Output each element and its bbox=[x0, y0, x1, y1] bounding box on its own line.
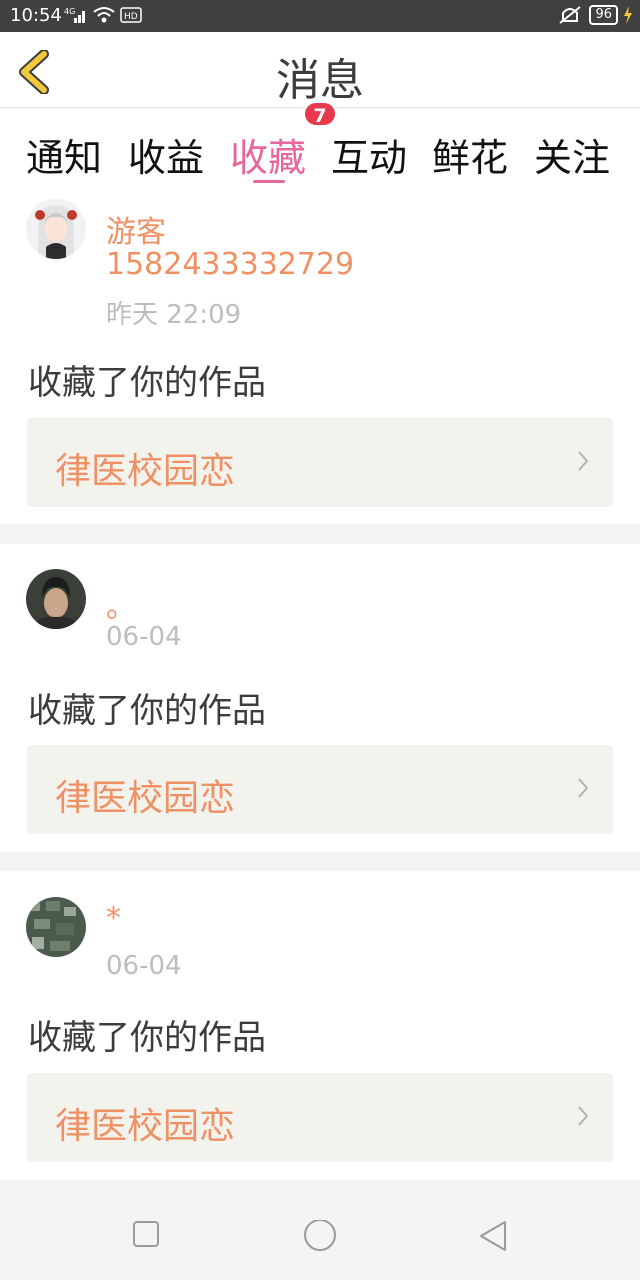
notification-time: 06-04 bbox=[106, 622, 182, 652]
header: 消息 bbox=[0, 32, 640, 108]
tab-notice[interactable]: 通知 bbox=[26, 127, 102, 182]
mute-icon bbox=[559, 6, 582, 24]
hd-label: HD bbox=[124, 12, 138, 22]
status-time: 10:54 bbox=[10, 5, 62, 26]
chevron-right-icon bbox=[578, 451, 589, 471]
chevron-right-icon bbox=[578, 1106, 589, 1126]
tab-badge-count: 7 bbox=[303, 101, 337, 127]
notification-card: 游客 1582433332729 昨天 22:09 收藏了你的作品 律医校园恋 bbox=[0, 189, 640, 524]
active-tab-indicator bbox=[253, 180, 285, 183]
avatar[interactable] bbox=[26, 569, 86, 629]
notification-card: 。 06-04 收藏了你的作品 律医校园恋 bbox=[0, 544, 640, 852]
tab-interaction[interactable]: 互动 bbox=[331, 127, 407, 182]
tab-earnings[interactable]: 收益 bbox=[128, 127, 204, 182]
avatar[interactable] bbox=[26, 897, 86, 957]
tab-favorites[interactable]: 收藏 bbox=[230, 127, 306, 182]
wifi-icon bbox=[93, 7, 115, 23]
action-text: 收藏了你的作品 bbox=[28, 1018, 266, 1058]
tab-follow[interactable]: 关注 bbox=[534, 127, 610, 182]
signal-icon: 4G bbox=[64, 7, 85, 23]
action-text: 收藏了你的作品 bbox=[28, 691, 266, 731]
notification-time: 昨天 22:09 bbox=[106, 300, 242, 330]
work-title: 律医校园恋 bbox=[55, 778, 236, 819]
notification-card: * 06-04 收藏了你的作品 律医校园恋 bbox=[0, 871, 640, 1180]
user-name[interactable]: 。 bbox=[106, 582, 136, 626]
status-signals: 4G HD bbox=[64, 6, 142, 24]
charging-icon bbox=[624, 6, 632, 24]
avatar[interactable] bbox=[26, 199, 86, 259]
user-name[interactable]: * bbox=[106, 901, 121, 936]
work-link[interactable]: 律医校园恋 bbox=[27, 745, 613, 834]
triangle-back-icon[interactable] bbox=[478, 1220, 508, 1252]
user-name[interactable]: 游客 bbox=[106, 207, 166, 251]
tab-flowers[interactable]: 鲜花 bbox=[432, 127, 508, 182]
status-bar: 10:54 4G HD 96 bbox=[0, 0, 640, 32]
status-right: 96 bbox=[557, 5, 632, 25]
work-title: 律医校园恋 bbox=[55, 451, 236, 492]
battery-indicator: 96 bbox=[589, 5, 618, 25]
square-icon[interactable] bbox=[132, 1220, 160, 1248]
work-link[interactable]: 律医校园恋 bbox=[27, 1073, 613, 1162]
notification-time: 06-04 bbox=[106, 951, 182, 981]
net-type-label: 4G bbox=[64, 7, 75, 16]
circle-icon[interactable] bbox=[303, 1220, 337, 1254]
action-text: 收藏了你的作品 bbox=[28, 363, 266, 403]
system-nav-bar bbox=[0, 1192, 640, 1280]
work-title: 律医校园恋 bbox=[55, 1106, 236, 1147]
chevron-right-icon bbox=[578, 778, 589, 798]
page-title: 消息 bbox=[276, 55, 364, 106]
user-id: 1582433332729 bbox=[106, 247, 355, 282]
work-link[interactable]: 律医校园恋 bbox=[27, 418, 613, 507]
hd-icon: HD bbox=[120, 7, 142, 23]
